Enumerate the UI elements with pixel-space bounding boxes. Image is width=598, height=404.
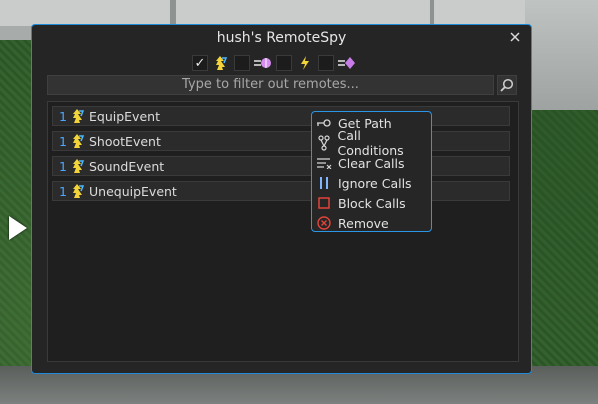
background-pillar: [430, 0, 434, 24]
remote-row-unequipevent[interactable]: 1 UnequipEvent: [52, 181, 510, 201]
window-title: hush's RemoteSpy: [216, 30, 347, 46]
pause-icon: [316, 175, 332, 191]
clear-list-icon: [316, 155, 332, 171]
menu-item-ignore-calls[interactable]: Ignore Calls: [316, 173, 428, 193]
remote-row-soundevent[interactable]: 1 SoundEvent: [52, 156, 510, 176]
remove-x-icon: [316, 215, 332, 231]
menu-item-label: Ignore Calls: [338, 175, 412, 191]
menu-item-clear-calls[interactable]: Clear Calls: [316, 153, 428, 173]
branch-icon: [316, 135, 331, 151]
background-wall: [525, 0, 598, 110]
toggle-remote-event-checkbox[interactable]: ✓: [192, 55, 208, 71]
context-menu: Get Path Call Conditions Clear Calls Ign…: [311, 111, 432, 232]
menu-item-remove[interactable]: Remove: [316, 213, 428, 233]
remote-type-toggles: ✓: [192, 54, 356, 72]
remote-event-icon: [73, 159, 85, 173]
close-icon[interactable]: [509, 31, 521, 43]
menu-item-label: Remove: [338, 215, 389, 231]
bindable-event-icon: [254, 55, 272, 71]
toggle-remote-function-checkbox[interactable]: [276, 55, 292, 71]
block-square-icon: [316, 195, 332, 211]
toggle-bindable-function-checkbox[interactable]: [318, 55, 334, 71]
menu-item-block-calls[interactable]: Block Calls: [316, 193, 428, 213]
remote-function-icon: [296, 55, 314, 71]
toggle-bindable-event-checkbox[interactable]: [234, 55, 250, 71]
menu-item-label: Clear Calls: [338, 155, 405, 171]
remote-name: UnequipEvent: [89, 183, 177, 199]
remote-list: 1 EquipEvent 1 ShootEvent 1 SoundEvent 1…: [47, 101, 519, 362]
remote-row-equipevent[interactable]: 1 EquipEvent: [52, 106, 510, 126]
remote-event-icon: [73, 109, 85, 123]
bindable-function-icon: [338, 55, 356, 71]
remote-name: SoundEvent: [89, 158, 165, 174]
search-input[interactable]: Type to filter out remotes...: [47, 75, 494, 95]
call-count: 1: [59, 158, 67, 174]
check-icon: ✓: [194, 55, 206, 71]
remote-event-icon: [73, 184, 85, 198]
call-count: 1: [59, 108, 67, 124]
call-count: 1: [59, 133, 67, 149]
menu-item-label: Block Calls: [338, 195, 406, 211]
remotespy-window: hush's RemoteSpy ✓ Type to filter out re…: [31, 24, 532, 374]
remote-row-shootevent[interactable]: 1 ShootEvent: [52, 131, 510, 151]
background-pillar: [170, 0, 176, 26]
remote-name: EquipEvent: [89, 108, 160, 124]
path-key-icon: [316, 115, 332, 131]
menu-item-call-conditions[interactable]: Call Conditions: [316, 128, 428, 158]
remote-name: ShootEvent: [89, 133, 161, 149]
remote-event-icon: [73, 134, 85, 148]
call-count: 1: [59, 183, 67, 199]
search-icon: [500, 78, 514, 92]
mouse-cursor-icon: [9, 216, 27, 240]
search-button[interactable]: [497, 75, 517, 95]
remote-event-icon: [212, 55, 230, 71]
